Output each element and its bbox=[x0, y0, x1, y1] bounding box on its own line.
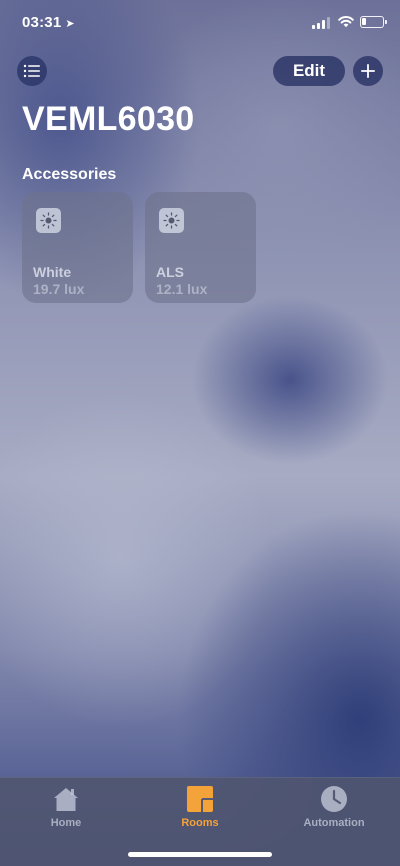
tab-rooms[interactable]: Rooms bbox=[150, 784, 250, 829]
location-arrow-icon: ➤ bbox=[65, 18, 75, 30]
wifi-icon bbox=[338, 15, 354, 28]
tab-label: Rooms bbox=[181, 817, 219, 829]
cellular-signal-icon bbox=[312, 17, 330, 29]
battery-fill bbox=[362, 18, 366, 25]
home-indicator[interactable] bbox=[128, 852, 272, 857]
tab-label: Home bbox=[50, 817, 82, 829]
edit-button[interactable]: Edit bbox=[273, 56, 345, 86]
accessory-tile-white[interactable]: White 19.7 lux bbox=[22, 192, 133, 303]
accessory-name: ALS bbox=[156, 264, 184, 280]
accessory-tile-als[interactable]: ALS 12.1 lux bbox=[145, 192, 256, 303]
accessory-value: 19.7 lux bbox=[33, 281, 85, 297]
tab-automation[interactable]: Automation bbox=[284, 784, 384, 829]
add-button[interactable] bbox=[353, 56, 383, 86]
plus-icon bbox=[361, 64, 375, 78]
house-icon bbox=[51, 784, 81, 814]
list-icon bbox=[23, 64, 40, 78]
time-text: 03:31 bbox=[22, 14, 62, 31]
menu-button[interactable] bbox=[17, 56, 47, 86]
tab-home[interactable]: Home bbox=[16, 784, 116, 829]
status-time: 03:31 ➤ bbox=[22, 14, 75, 31]
section-header-accessories: Accessories bbox=[22, 166, 117, 183]
light-sensor-icon bbox=[159, 208, 184, 233]
clock-icon bbox=[319, 784, 349, 814]
light-sensor-icon bbox=[36, 208, 61, 233]
tab-label: Automation bbox=[303, 817, 365, 829]
status-bar: 03:31 ➤ bbox=[0, 0, 400, 44]
rooms-icon bbox=[185, 784, 215, 814]
room-title: VEML6030 bbox=[22, 100, 195, 138]
battery-icon bbox=[360, 16, 387, 28]
accessory-name: White bbox=[33, 264, 72, 280]
accessory-value: 12.1 lux bbox=[156, 281, 208, 297]
